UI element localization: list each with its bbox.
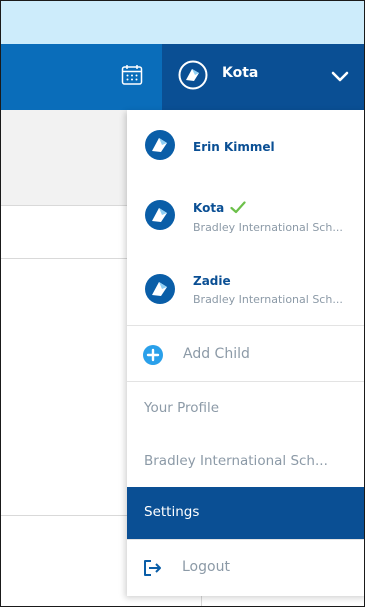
checkmark-icon (230, 201, 246, 214)
user-avatar-icon (178, 60, 208, 90)
child-name-text: Kota (193, 201, 225, 215)
app-frame: Kota Erin Kimmel Kota Bradley Internatio… (0, 0, 365, 607)
child-avatar-icon (145, 130, 175, 160)
child-item-selected[interactable]: Kota Bradley International Sch... (127, 183, 364, 247)
plus-circle-icon (143, 345, 163, 365)
child-name: Erin Kimmel (193, 140, 275, 154)
child-school: Bradley International Sch... (193, 221, 343, 234)
current-user-name: Kota (222, 65, 259, 81)
background-divider (1, 515, 127, 516)
top-banner (1, 1, 364, 44)
child-item[interactable]: Erin Kimmel (127, 113, 364, 177)
chevron-down-icon[interactable] (330, 70, 350, 84)
header-bar: Kota (1, 44, 364, 110)
user-switcher-button[interactable]: Kota (162, 44, 364, 110)
logout-button[interactable]: Logout (127, 544, 364, 594)
menu-label: Bradley International Sch... (144, 453, 328, 469)
logout-icon (144, 560, 161, 576)
child-avatar-icon (145, 200, 175, 230)
child-name: Zadie (193, 274, 231, 288)
menu-divider (127, 539, 364, 540)
settings-link[interactable]: Settings (127, 487, 364, 539)
menu-label: Settings (144, 504, 200, 520)
child-school: Bradley International Sch... (193, 293, 343, 306)
background-divider (1, 258, 127, 259)
child-avatar-icon (145, 274, 175, 304)
background-band (1, 110, 127, 206)
menu-divider (127, 325, 364, 326)
add-child-label: Add Child (183, 346, 250, 362)
logout-label: Logout (182, 559, 230, 575)
add-child-button[interactable]: Add Child (127, 331, 364, 381)
your-profile-link[interactable]: Your Profile (127, 385, 364, 435)
child-name: Kota (193, 201, 246, 215)
menu-label: Your Profile (144, 400, 220, 416)
menu-divider (127, 381, 364, 382)
user-dropdown-menu: Erin Kimmel Kota Bradley International S… (127, 110, 364, 596)
child-item[interactable]: Zadie Bradley International Sch... (127, 257, 364, 321)
background-content (1, 110, 127, 606)
header-left (1, 44, 162, 110)
calendar-icon[interactable] (121, 64, 143, 86)
school-link[interactable]: Bradley International Sch... (127, 438, 364, 488)
